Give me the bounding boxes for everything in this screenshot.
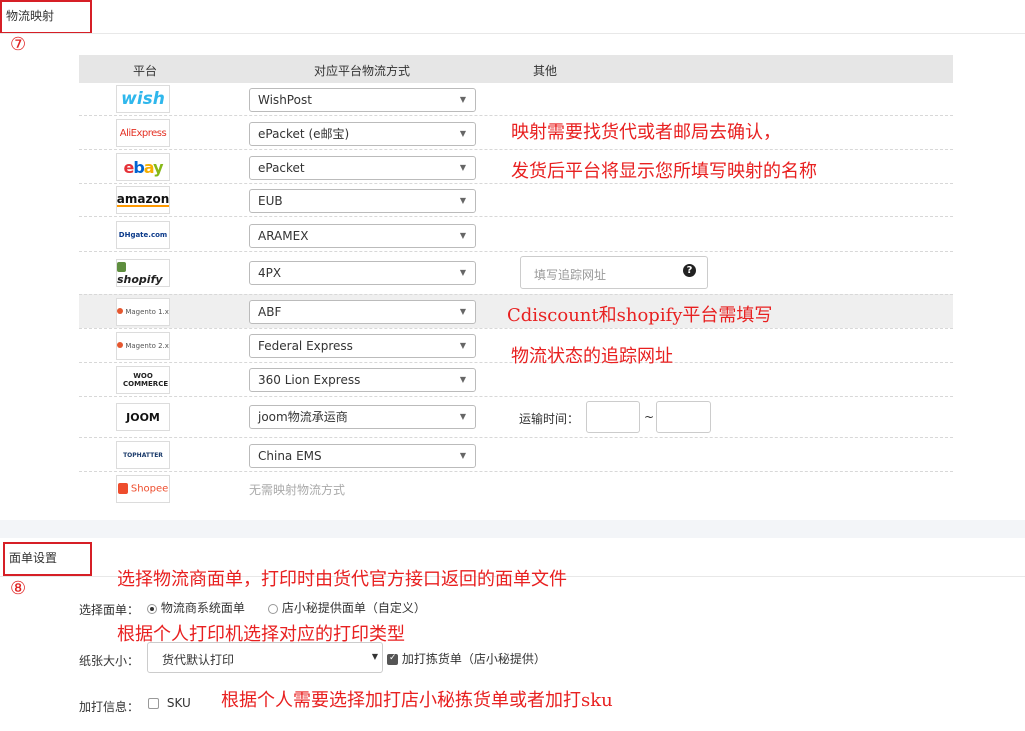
paper-size-value: 货代默认打印 bbox=[162, 653, 235, 667]
pick-list-text: 加打拣货单（店小秘提供） bbox=[401, 652, 546, 666]
sku-option[interactable]: SKU bbox=[148, 696, 191, 710]
sku-checkbox[interactable] bbox=[148, 698, 159, 709]
method-select-woocommerce[interactable]: 360 Lion Express ▼ bbox=[249, 368, 476, 392]
divider bbox=[0, 33, 1025, 34]
shopify-logo: shopify bbox=[116, 259, 170, 287]
row-divider bbox=[79, 216, 953, 217]
method-select-amazon[interactable]: EUB ▼ bbox=[249, 189, 476, 213]
magento2-logo: Magento 2.x bbox=[116, 332, 170, 360]
extra-info-label: 加打信息： bbox=[79, 700, 140, 714]
transit-time-min-input[interactable] bbox=[586, 401, 640, 433]
row-divider bbox=[79, 183, 953, 184]
shopee-no-mapping-text: 无需映射物流方式 bbox=[249, 483, 346, 497]
method-select-joom[interactable]: joom物流承运商 ▼ bbox=[249, 405, 476, 429]
pick-list-checkbox[interactable] bbox=[387, 653, 398, 665]
amazon-logo: amazon bbox=[116, 186, 170, 214]
header-other: 其他 bbox=[533, 64, 558, 78]
magento1-logo: Magento 1.x bbox=[116, 298, 170, 326]
row-divider bbox=[79, 149, 953, 150]
section-gap bbox=[0, 520, 1025, 538]
chevron-down-icon: ▼ bbox=[459, 163, 466, 172]
tophatter-logo: TOPHATTER bbox=[116, 441, 170, 469]
tracking-url-placeholder: 填写追踪网址 bbox=[534, 268, 607, 282]
method-select-shopify[interactable]: 4PX ▼ bbox=[249, 261, 476, 285]
pick-list-option[interactable]: 加打拣货单（店小秘提供） bbox=[387, 650, 546, 667]
chevron-down-icon: ▼ bbox=[459, 129, 466, 138]
row-divider bbox=[79, 294, 953, 295]
row-divider bbox=[79, 437, 953, 438]
method-select-dhgate[interactable]: ARAMEX ▼ bbox=[249, 224, 476, 248]
annotation-label-source: 选择物流商面单，打印时由货代官方接口返回的面单文件 bbox=[117, 569, 567, 590]
chevron-down-icon: ▼ bbox=[459, 451, 466, 460]
annotation-mapping-confirm: 映射需要找货代或者邮局去确认， bbox=[511, 122, 781, 143]
label-section-title: 面单设置 bbox=[3, 542, 92, 576]
method-select-magento1[interactable]: ABF ▼ bbox=[249, 300, 476, 324]
aliexpress-logo: AliExpress bbox=[116, 119, 170, 147]
row-divider bbox=[79, 471, 953, 472]
step-number-8: ⑧ bbox=[10, 578, 27, 599]
row-divider bbox=[79, 328, 953, 329]
method-select-wish[interactable]: WishPost ▼ bbox=[249, 88, 476, 112]
method-select-ebay[interactable]: ePacket ▼ bbox=[249, 156, 476, 180]
label-title-text: 面单设置 bbox=[9, 551, 58, 565]
chevron-down-icon: ▼ bbox=[459, 231, 466, 240]
radio-custom-text: 店小秘提供面单（自定义） bbox=[281, 601, 426, 615]
shopee-logo: Shopee bbox=[116, 475, 170, 503]
sku-text: SKU bbox=[166, 696, 191, 710]
annotation-extra-info: 根据个人需要选择加打店小秘拣货单或者加打sku bbox=[221, 690, 613, 711]
mapping-section-title: 物流映射 bbox=[0, 0, 92, 34]
annotation-tracking-required: Cdiscount和shopify平台需填写 bbox=[507, 305, 773, 326]
row-divider bbox=[79, 251, 953, 252]
chevron-down-icon: ▼ bbox=[459, 341, 466, 350]
chevron-down-icon: ▼ bbox=[371, 652, 378, 661]
method-select-aliexpress[interactable]: ePacket (e邮宝) ▼ bbox=[249, 122, 476, 146]
chevron-down-icon: ▼ bbox=[459, 375, 466, 384]
mapping-title-text: 物流映射 bbox=[6, 9, 55, 23]
chevron-down-icon: ▼ bbox=[459, 196, 466, 205]
help-icon[interactable]: ? bbox=[683, 264, 696, 277]
chevron-down-icon: ▼ bbox=[459, 412, 466, 421]
radio-carrier-text: 物流商系统面单 bbox=[160, 601, 245, 615]
step-number-7: ⑦ bbox=[10, 34, 27, 55]
chevron-down-icon: ▼ bbox=[459, 95, 466, 104]
radio-carrier-label[interactable] bbox=[147, 603, 157, 614]
select-label-label: 选择面单： bbox=[79, 603, 140, 617]
label-option-carrier[interactable]: 物流商系统面单 bbox=[147, 599, 245, 616]
chevron-down-icon: ▼ bbox=[459, 268, 466, 277]
wish-logo: wish bbox=[116, 85, 170, 113]
paper-size-label: 纸张大小： bbox=[79, 654, 140, 668]
annotation-mapping-name: 发货后平台将显示您所填写映射的名称 bbox=[511, 161, 817, 182]
header-platform: 平台 bbox=[133, 64, 158, 78]
row-divider bbox=[79, 115, 953, 116]
label-option-custom[interactable]: 店小秘提供面单（自定义） bbox=[268, 599, 426, 616]
ebay-logo: ebay bbox=[116, 153, 170, 181]
chevron-down-icon: ▼ bbox=[459, 307, 466, 316]
mapping-table-header: 平台 对应平台物流方式 其他 bbox=[79, 55, 953, 83]
transit-time-label: 运输时间： bbox=[519, 412, 580, 426]
row-divider bbox=[79, 396, 953, 397]
joom-logo: JOOM bbox=[116, 403, 170, 431]
radio-custom-label[interactable] bbox=[268, 603, 278, 614]
annotation-tracking-url: 物流状态的追踪网址 bbox=[511, 346, 673, 367]
paper-size-select[interactable]: 货代默认打印 ▼ bbox=[147, 642, 383, 673]
transit-time-separator: ~ bbox=[644, 410, 655, 424]
method-select-magento2[interactable]: Federal Express ▼ bbox=[249, 334, 476, 358]
transit-time-max-input[interactable] bbox=[656, 401, 711, 433]
tracking-url-input[interactable]: 填写追踪网址 ? bbox=[520, 256, 708, 289]
woocommerce-logo: WOO COMMERCE bbox=[116, 366, 170, 394]
method-select-tophatter[interactable]: China EMS ▼ bbox=[249, 444, 476, 468]
dhgate-logo: DHgate.com bbox=[116, 221, 170, 249]
header-method: 对应平台物流方式 bbox=[314, 64, 411, 78]
